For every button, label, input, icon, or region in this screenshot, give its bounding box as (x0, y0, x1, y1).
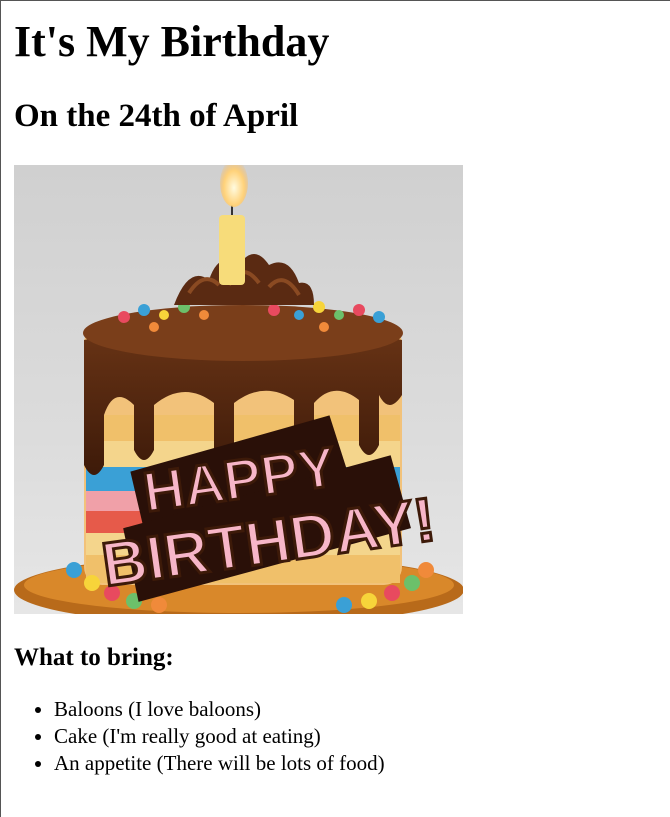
list-item: An appetite (There will be lots of food) (54, 750, 654, 777)
bring-list: Baloons (I love baloons) Cake (I'm reall… (14, 696, 654, 777)
list-item: Cake (I'm really good at eating) (54, 723, 654, 750)
window-left-border (0, 0, 1, 817)
page-title: It's My Birthday (14, 17, 330, 66)
bring-heading: What to bring: (14, 644, 174, 671)
list-item: Baloons (I love baloons) (54, 696, 654, 723)
page-content: It's My Birthday On the 24th of April HA… (14, 0, 654, 777)
birthday-cake-image: HAPPY BIRTHDAY! (14, 165, 463, 614)
page-subtitle: On the 24th of April (14, 98, 299, 134)
